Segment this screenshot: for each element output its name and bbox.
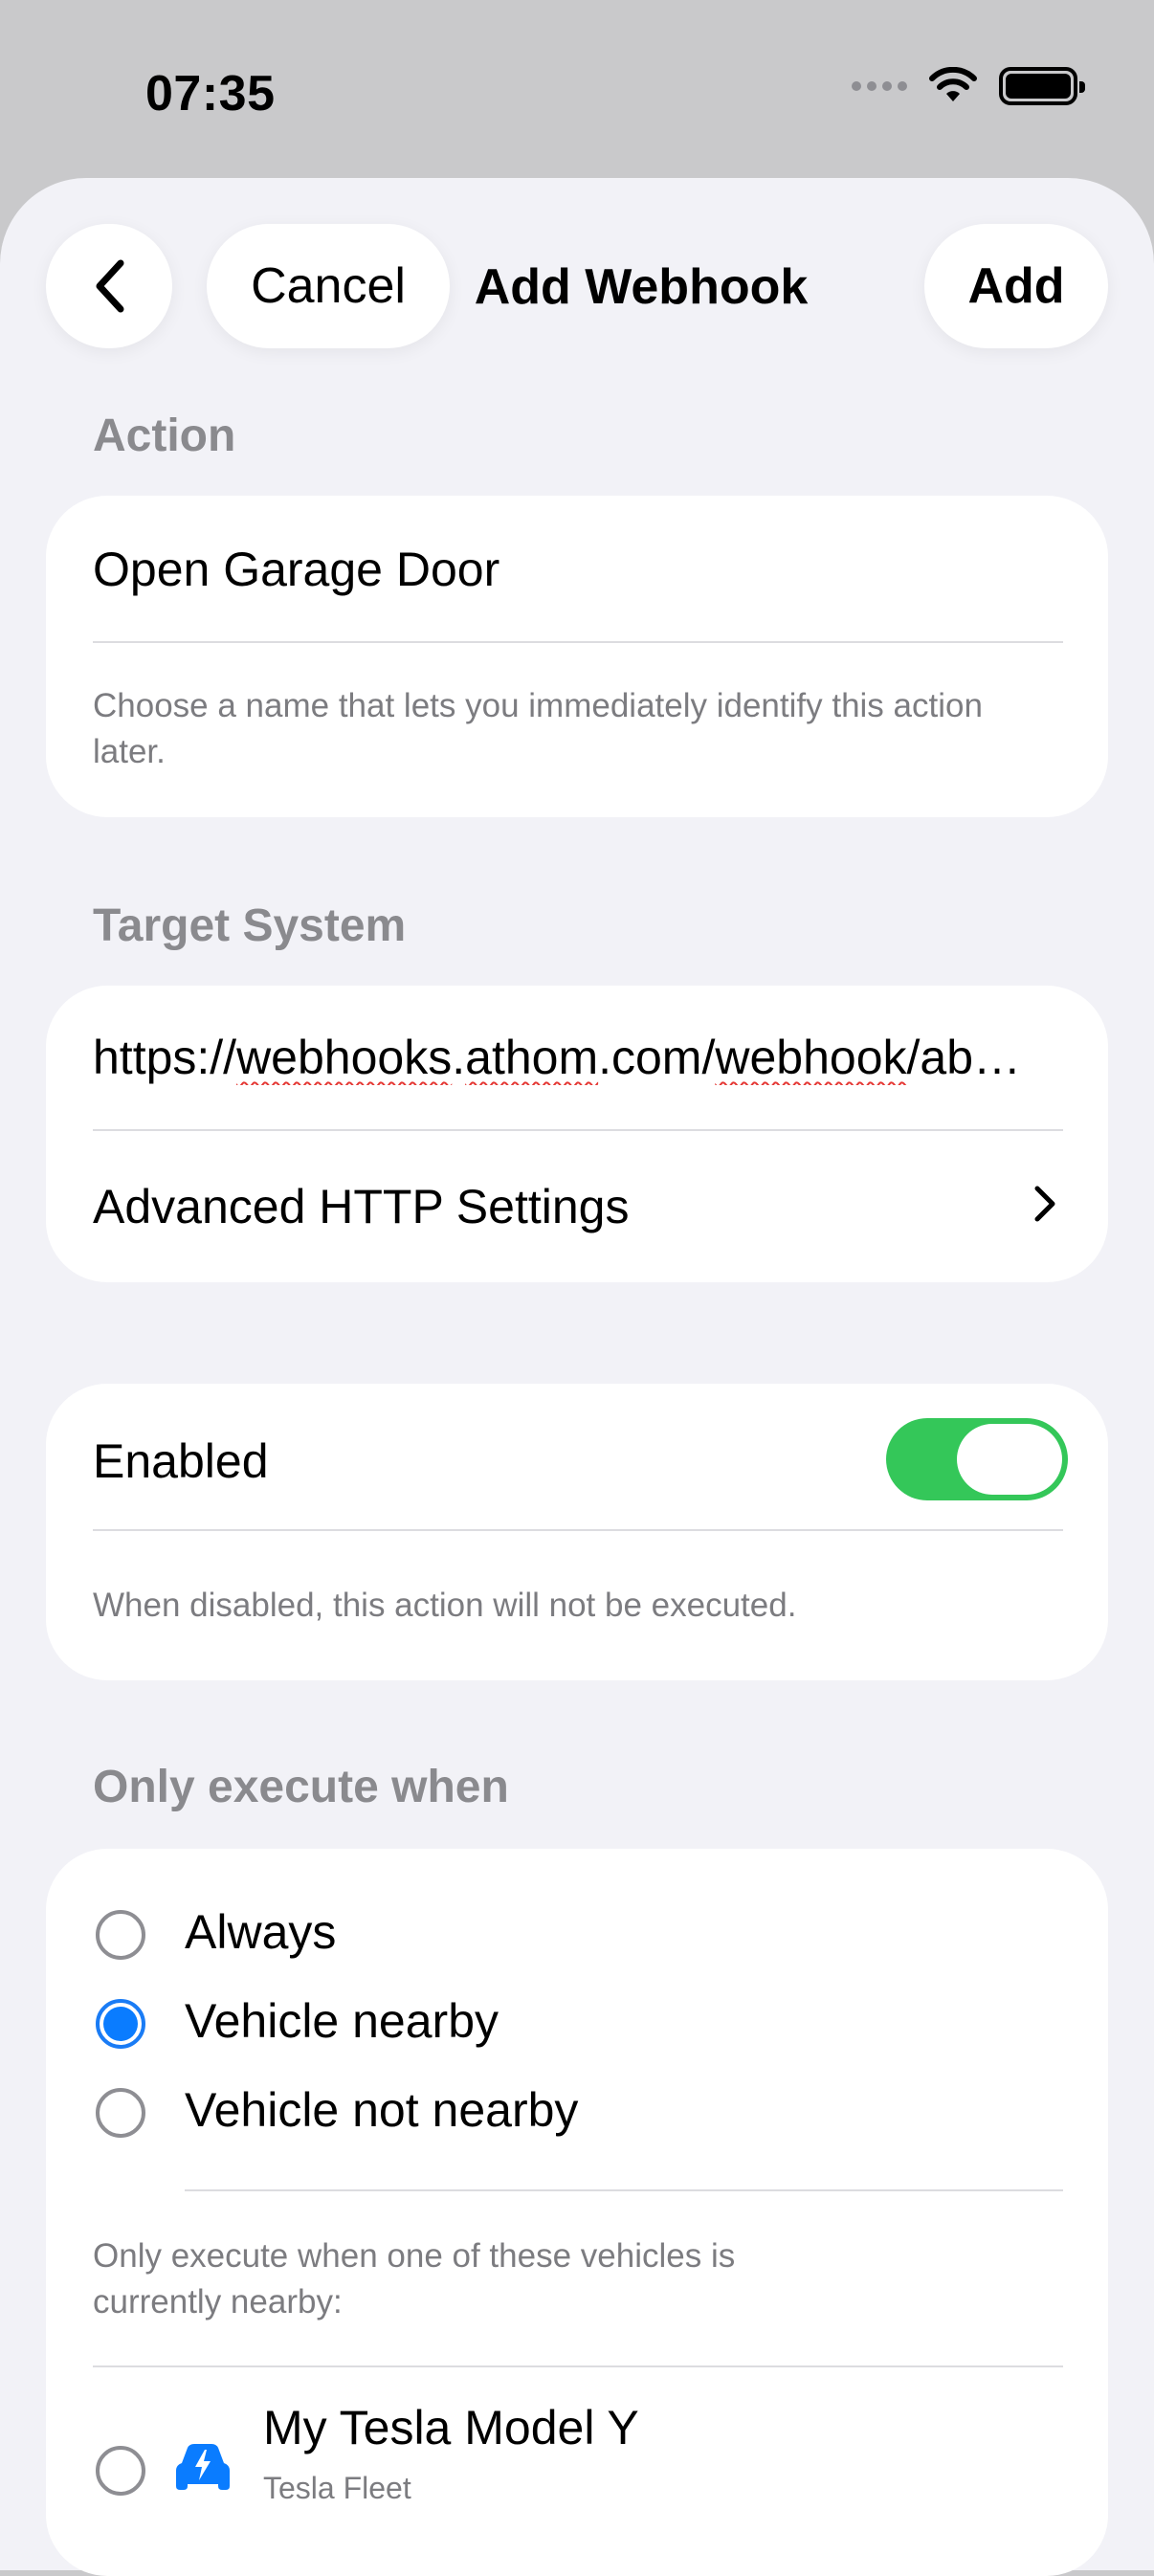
radio-always[interactable]: [96, 1910, 145, 1960]
url-path-part: /ab…: [906, 1031, 1022, 1084]
enabled-toggle[interactable]: [886, 1418, 1068, 1500]
back-button[interactable]: [46, 224, 172, 348]
action-card: Open Garage Door Choose a name that lets…: [46, 496, 1108, 817]
radio-vehicle-not-nearby[interactable]: [96, 2088, 145, 2138]
wifi-icon: [929, 67, 977, 101]
radio-label-vehicle-not-nearby[interactable]: Vehicle not nearby: [185, 2082, 578, 2138]
url-host-part: athom: [465, 1031, 599, 1084]
chevron-right-icon: [1034, 1186, 1055, 1222]
radio-vehicle-select[interactable]: [96, 2446, 145, 2496]
toggle-knob: [957, 1424, 1062, 1495]
status-bar: 07:35: [0, 0, 1154, 182]
radio-label-always[interactable]: Always: [185, 1904, 336, 1960]
enabled-footnote: When disabled, this action will not be e…: [93, 1587, 797, 1624]
cancel-button[interactable]: Cancel: [207, 224, 450, 348]
cellular-signal-icon: [852, 81, 907, 91]
advanced-http-settings-label: Advanced HTTP Settings: [93, 1180, 630, 1233]
url-field[interactable]: https://webhooks.athom.com/webhook/ab…: [93, 1030, 1050, 1085]
url-host-part: .com/: [598, 1031, 716, 1084]
divider: [93, 641, 1063, 643]
url-dot: .: [452, 1031, 466, 1084]
status-time: 07:35: [145, 66, 276, 122]
battery-icon: [999, 67, 1085, 105]
radio-vehicle-nearby[interactable]: [96, 1999, 145, 2049]
url-path-part: webhook: [715, 1031, 907, 1084]
status-icons: [852, 67, 1085, 105]
vehicle-subtitle: Tesla Fleet: [263, 2471, 411, 2505]
car-bolt-icon: [176, 2444, 230, 2490]
vehicle-name[interactable]: My Tesla Model Y: [263, 2400, 639, 2455]
url-scheme: https://: [93, 1031, 237, 1084]
action-footnote: Choose a name that lets you immediately …: [93, 687, 983, 770]
section-label-action: Action: [93, 411, 236, 461]
chevron-left-icon: [96, 259, 124, 313]
enabled-card: Enabled When disabled, this action will …: [46, 1384, 1108, 1680]
divider: [93, 1529, 1063, 1531]
section-label-condition: Only execute when: [93, 1762, 509, 1812]
enabled-label: Enabled: [93, 1434, 269, 1488]
add-button[interactable]: Add: [924, 224, 1108, 348]
page-title: Add Webhook: [474, 259, 809, 315]
section-label-target: Target System: [93, 900, 407, 951]
radio-selected-dot: [103, 2007, 138, 2041]
condition-card: Always Vehicle nearby Vehicle not nearby…: [46, 1849, 1108, 2576]
radio-label-vehicle-nearby[interactable]: Vehicle nearby: [185, 1993, 499, 2049]
target-card: https://webhooks.athom.com/webhook/ab… A…: [46, 986, 1108, 1282]
url-host-part: webhooks: [236, 1031, 453, 1084]
action-name-field[interactable]: Open Garage Door: [93, 542, 499, 597]
vehicles-footnote: Only execute when one of these vehicles …: [93, 2237, 736, 2321]
divider: [185, 2189, 1063, 2191]
advanced-http-settings-row[interactable]: Advanced HTTP Settings: [46, 1131, 1108, 1282]
divider: [93, 2365, 1063, 2367]
